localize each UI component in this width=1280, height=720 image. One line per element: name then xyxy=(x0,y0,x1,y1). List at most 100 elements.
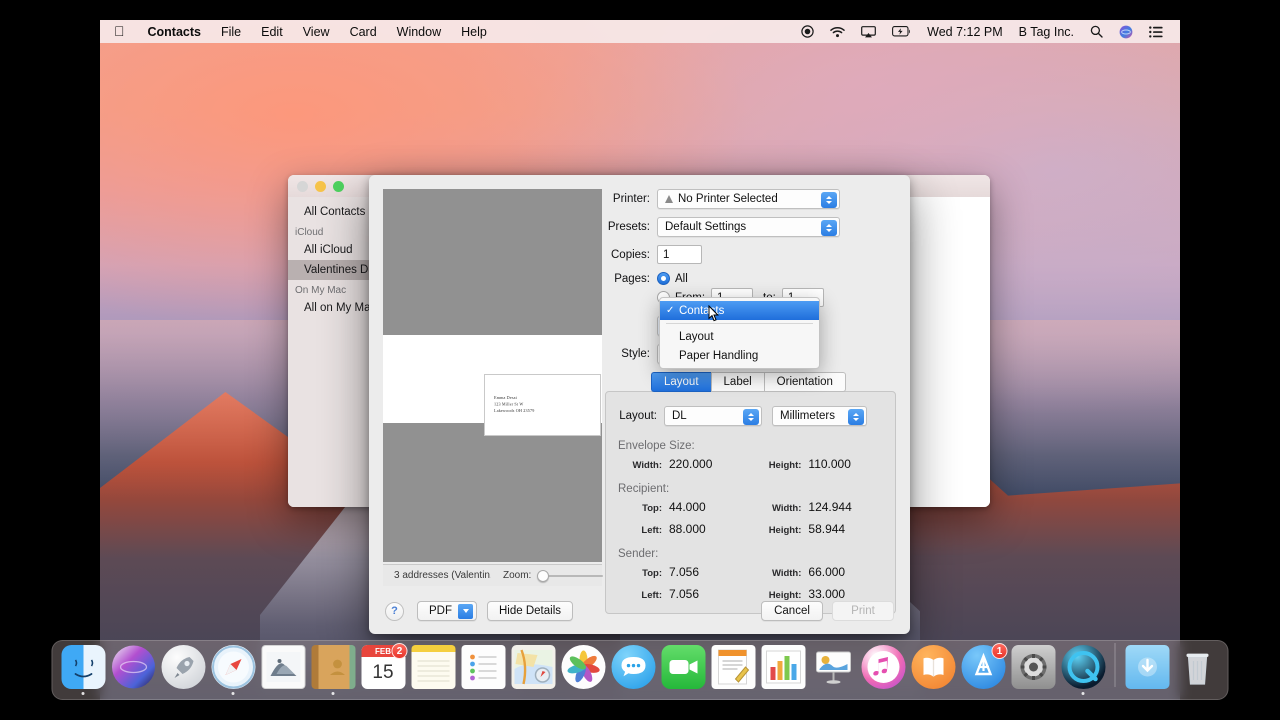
layout-units-popup[interactable]: Millimeters xyxy=(772,406,867,426)
pdf-button-label: PDF xyxy=(429,605,452,617)
menu-item-window[interactable]: Window xyxy=(387,25,451,39)
launchpad-rocket-icon xyxy=(161,645,205,689)
messages-bubble-icon xyxy=(611,645,655,689)
printer-label: Printer: xyxy=(612,193,650,205)
numbers-icon xyxy=(761,645,805,689)
running-indicator xyxy=(282,692,285,695)
tab-label[interactable]: Label xyxy=(710,372,764,392)
recipient-top-value: 44.000 xyxy=(669,500,706,514)
dock-item-pages[interactable] xyxy=(710,645,757,695)
dock-item-downloads[interactable] xyxy=(1124,645,1171,695)
pages-all-radio[interactable] xyxy=(657,272,670,285)
pages-all-option[interactable]: All xyxy=(657,272,688,285)
sender-top-key: Top: xyxy=(642,568,662,579)
dock-item-numbers[interactable] xyxy=(760,645,807,695)
pdf-button[interactable]: PDF xyxy=(417,601,477,621)
dock-item-launchpad[interactable] xyxy=(160,645,207,695)
running-indicator xyxy=(982,692,985,695)
spotlight-search-icon[interactable] xyxy=(1082,25,1111,38)
keynote-icon xyxy=(811,645,855,689)
notification-center-icon[interactable] xyxy=(1141,25,1171,38)
dock-item-appstore[interactable]: 1 xyxy=(960,643,1008,695)
print-dialog[interactable]: Emma Desai 123 Miller St W Lakewoods OH … xyxy=(369,175,910,634)
appstore-badge: 1 xyxy=(991,643,1008,659)
printer-popup[interactable]: No Printer Selected xyxy=(657,189,840,209)
dock-item-calendar[interactable]: 2 FEB 15 xyxy=(360,643,408,695)
layout-size-popup[interactable]: DL xyxy=(664,406,762,426)
close-button[interactable] xyxy=(297,180,308,192)
dock-item-system-preferences[interactable] xyxy=(1010,645,1057,695)
minimize-button[interactable] xyxy=(315,180,326,192)
dock-item-quicktime[interactable] xyxy=(1060,645,1107,695)
menubar-user[interactable]: B Tag Inc. xyxy=(1011,25,1082,39)
running-indicator xyxy=(1081,692,1085,695)
dropdown-item-paper-handling[interactable]: Paper Handling xyxy=(660,346,819,365)
contacts-book-icon xyxy=(311,645,355,689)
menu-item-help[interactable]: Help xyxy=(451,25,497,39)
ibooks-icon xyxy=(911,645,955,689)
wifi-icon[interactable] xyxy=(822,26,853,38)
chevron-down-icon xyxy=(458,603,473,619)
dock-item-mail[interactable] xyxy=(260,645,307,695)
dock-item-maps[interactable] xyxy=(510,645,557,695)
zoom-slider-knob[interactable] xyxy=(537,569,550,582)
print-preview-canvas[interactable]: Emma Desai 123 Miller St W Lakewoods OH … xyxy=(383,189,602,562)
layout-label: Layout: xyxy=(619,410,657,422)
airplay-icon[interactable] xyxy=(853,25,884,38)
presets-popup[interactable]: Default Settings xyxy=(657,217,840,237)
running-indicator xyxy=(532,692,535,695)
photos-pinwheel-icon xyxy=(561,645,605,689)
chevron-updown-icon xyxy=(848,409,864,425)
dropdown-item-contacts[interactable]: ✓ Contacts xyxy=(660,301,819,320)
battery-charging-icon[interactable] xyxy=(884,26,919,37)
dock-item-photos[interactable] xyxy=(560,645,607,695)
apple-logo-icon[interactable]:  xyxy=(100,24,138,38)
print-pane-dropdown-menu[interactable]: ✓ Contacts Layout Paper Handling xyxy=(659,297,820,369)
hide-details-button[interactable]: Hide Details xyxy=(487,601,573,621)
menu-item-card[interactable]: Card xyxy=(340,25,387,39)
zoom-button[interactable] xyxy=(333,180,344,192)
running-indicator xyxy=(382,692,385,695)
dock-item-siri[interactable] xyxy=(110,645,157,695)
envelope-height-field: Height: 110.000 xyxy=(755,457,883,471)
menu-item-view[interactable]: View xyxy=(293,25,340,39)
dock-item-finder[interactable] xyxy=(60,645,107,695)
dock-item-keynote[interactable] xyxy=(810,645,857,695)
running-indicator xyxy=(1196,692,1199,695)
zoom-slider[interactable] xyxy=(537,569,604,582)
calendar-day-label: 15 xyxy=(372,662,394,683)
menu-item-file[interactable]: File xyxy=(211,25,251,39)
layout-panel: Layout: DL Millimeters Envelope Size: Wi… xyxy=(605,391,896,614)
running-indicator xyxy=(732,692,735,695)
help-button[interactable]: ? xyxy=(385,601,404,621)
running-indicator xyxy=(432,692,435,695)
dock-item-safari[interactable] xyxy=(210,645,257,695)
menubar-clock[interactable]: Wed 7:12 PM xyxy=(919,25,1011,39)
copies-input[interactable]: 1 xyxy=(657,245,702,264)
menu-item-contacts[interactable]: Contacts xyxy=(138,25,211,39)
itunes-note-icon xyxy=(861,645,905,689)
recipient-width-field: Width: 124.944 xyxy=(755,500,883,514)
dropdown-item-layout[interactable]: Layout xyxy=(660,327,819,346)
dock-item-messages[interactable] xyxy=(610,645,657,695)
cancel-button[interactable]: Cancel xyxy=(761,601,823,621)
envelope-size-right-col: Height: 110.000 xyxy=(755,457,883,479)
siri-icon[interactable] xyxy=(1111,25,1141,39)
chevron-updown-icon xyxy=(743,409,759,425)
dock-separator xyxy=(1114,643,1116,687)
dock-item-contacts[interactable] xyxy=(310,645,357,695)
dock-item-ibooks[interactable] xyxy=(910,645,957,695)
reminders-icon xyxy=(461,645,505,689)
tab-layout[interactable]: Layout xyxy=(651,372,711,392)
notes-icon xyxy=(411,645,455,689)
dock-item-reminders[interactable] xyxy=(460,645,507,695)
dock-item-trash[interactable] xyxy=(1174,645,1221,695)
dock-item-itunes[interactable] xyxy=(860,645,907,695)
dock-item-facetime[interactable] xyxy=(660,645,707,695)
menu-item-edit[interactable]: Edit xyxy=(251,25,293,39)
pages-all-label: All xyxy=(675,272,688,285)
running-indicator xyxy=(782,692,785,695)
tab-orientation[interactable]: Orientation xyxy=(763,372,846,392)
record-icon[interactable] xyxy=(793,25,822,38)
dock-item-notes[interactable] xyxy=(410,645,457,695)
